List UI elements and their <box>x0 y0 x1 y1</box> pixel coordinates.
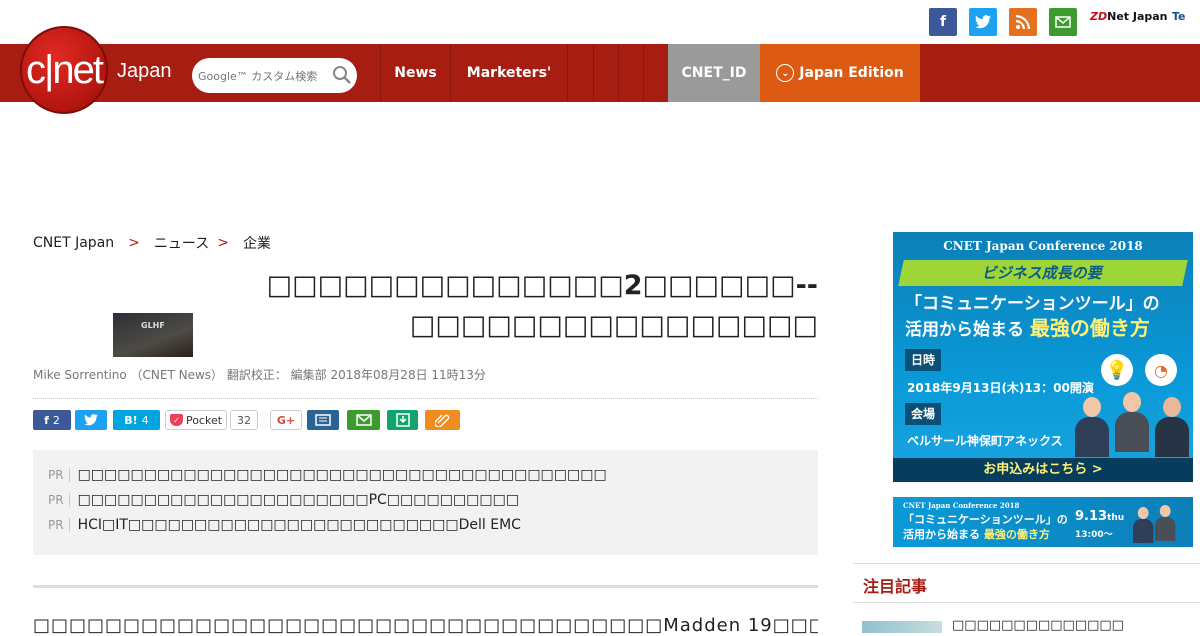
breadcrumb: CNET Japan > ニュース > 企業 <box>33 233 271 253</box>
breadcrumb-separator: > <box>217 235 229 251</box>
person-illustration <box>1115 392 1149 452</box>
pr-tag: PR <box>48 518 70 532</box>
twitter-icon[interactable] <box>969 8 997 36</box>
breadcrumb-category[interactable]: 企業 <box>243 233 271 253</box>
download-icon <box>395 413 410 427</box>
person-illustration <box>1133 507 1154 543</box>
facebook-icon[interactable]: f <box>929 8 957 36</box>
nav-item-4[interactable] <box>593 44 618 102</box>
zdnet-logo[interactable]: ZDNet Japan <box>1090 10 1168 23</box>
paperclip-icon <box>434 414 449 427</box>
divider <box>33 398 818 399</box>
pocket-button[interactable]: ✓ Pocket <box>165 410 227 430</box>
pr-link-text[interactable]: □□□□□□□□□□□□□□□□□□□□□□□□□□□□□□□□□□□□□□□□ <box>78 467 607 483</box>
sidebar-item-title[interactable]: □□□□□□□□□□□□□□ <box>952 618 1124 633</box>
hatena-count: 4 <box>141 413 149 427</box>
save-button[interactable] <box>387 410 418 430</box>
pr-tag: PR <box>48 468 70 482</box>
chevron-down-icon: ⌄ <box>776 64 795 82</box>
nav-item-3[interactable] <box>567 44 593 102</box>
breadcrumb-news[interactable]: ニュース <box>154 233 209 253</box>
search-input[interactable] <box>198 66 328 86</box>
pr-link[interactable]: PR □□□□□□□□□□□□□□□□□□□□□□□□□□□□□□□□□□□□□□… <box>48 467 607 483</box>
ad-venue: ベルサール神保町アネックス <box>907 434 1063 448</box>
print-icon <box>315 414 331 426</box>
edition-label: Japan Edition <box>799 65 904 81</box>
mail-icon <box>355 414 372 426</box>
techrepublic-logo[interactable]: Te <box>1172 10 1186 23</box>
person-illustration <box>1075 397 1109 457</box>
sidebar-item-thumbnail[interactable] <box>862 621 942 633</box>
pocket-icon: ✓ <box>169 414 183 426</box>
nav-item-5[interactable] <box>618 44 643 102</box>
ad-venue-tag: 会場 <box>905 403 942 425</box>
clip-button[interactable] <box>425 410 460 430</box>
nav-marketers[interactable]: Marketers' <box>450 44 567 102</box>
article-body: □□□□□□□□□□□□□□□□□□□□□□□□□□□□□□□□□□□Madde… <box>33 615 818 636</box>
search-box[interactable] <box>192 58 357 93</box>
conference-ad-small[interactable]: CNET Japan Conference 2018 「コミュニケーションツール… <box>893 497 1193 547</box>
twitter-icon <box>84 414 98 426</box>
breadcrumb-separator: > <box>128 235 140 251</box>
article-byline: Mike Sorrentino （CNET News） 翻訳校正： 編集部 20… <box>33 368 486 382</box>
conference-ad-large[interactable]: CNET Japan Conference 2018 ビジネス成長の要 「コミュ… <box>893 232 1193 482</box>
pocket-label: Pocket <box>185 413 223 427</box>
facebook-share-count: 2 <box>52 413 60 427</box>
google-plus-button[interactable]: G+ <box>270 410 302 430</box>
ad2-time: 13:00〜 <box>1075 530 1113 540</box>
hatena-bookmark-button[interactable]: B! 4 <box>113 410 160 430</box>
rss-icon[interactable] <box>1009 8 1037 36</box>
ad2-date: 9.13thu <box>1075 509 1125 524</box>
logo-suffix[interactable]: Japan <box>117 60 172 83</box>
nav-divider <box>643 44 668 102</box>
ad-conference-name: CNET Japan Conference 2018 <box>943 239 1143 253</box>
cnet-logo[interactable]: c|net <box>20 26 108 114</box>
pr-link[interactable]: PR HCI□IT□□□□□□□□□□□□□□□□□□□□□□□□□Dell EM… <box>48 517 521 533</box>
chart-icon: ◔ <box>1145 354 1177 386</box>
sidebar-section-header: 注目記事 <box>853 563 1200 603</box>
lightbulb-icon: 💡 <box>1101 354 1133 386</box>
ad-date: 2018年9月13日(木)13：00開演 <box>907 381 1094 395</box>
cnet-id-button[interactable]: CNET_ID <box>668 44 760 102</box>
hatena-icon: B! <box>124 413 138 427</box>
pr-link-text[interactable]: HCI□IT□□□□□□□□□□□□□□□□□□□□□□□□□Dell EMC <box>78 517 521 533</box>
ad2-headline: 「コミュニケーションツール」の 活用から始まる 最強の働き方 <box>903 513 1068 541</box>
mail-icon[interactable] <box>1049 8 1077 36</box>
search-icon[interactable] <box>332 65 352 85</box>
twitter-share-button[interactable] <box>75 410 107 430</box>
divider <box>33 585 818 588</box>
facebook-share-button[interactable]: f 2 <box>33 410 71 430</box>
top-bar: f ZDNet Japan Te <box>0 0 1200 44</box>
ad2-conference-name: CNET Japan Conference 2018 <box>903 501 1020 510</box>
nav-news[interactable]: News <box>380 44 450 102</box>
sidebar-section-title: 注目記事 <box>863 577 928 596</box>
pr-link-text[interactable]: □□□□□□□□□□□□□□□□□□□□□□PC□□□□□□□□□□ <box>78 492 520 508</box>
email-share-button[interactable] <box>347 410 380 430</box>
facebook-icon: f <box>44 413 49 427</box>
ad-headline: 「コミュニケーションツール」の 活用から始まる 最強の働き方 <box>905 292 1185 342</box>
edition-selector[interactable]: ⌄ Japan Edition <box>760 44 920 102</box>
ad-headline-line1: 「コミュニケーションツール」の <box>905 294 1160 314</box>
ad-headline-line2: 活用から始まる 最強の働き方 <box>905 316 1150 340</box>
ad-cta[interactable]: お申込みはこちら > <box>893 458 1193 482</box>
pr-link[interactable]: PR □□□□□□□□□□□□□□□□□□□□□□PC□□□□□□□□□□ <box>48 492 519 508</box>
person-illustration <box>1155 505 1176 541</box>
breadcrumb-home[interactable]: CNET Japan <box>33 235 114 251</box>
ad-banner: ビジネス成長の要 <box>898 260 1188 286</box>
pr-links-box: PR □□□□□□□□□□□□□□□□□□□□□□□□□□□□□□□□□□□□□□… <box>33 450 818 555</box>
person-illustration <box>1155 397 1189 457</box>
article-thumbnail: GLHF <box>113 313 193 357</box>
pr-tag: PR <box>48 493 70 507</box>
print-button[interactable] <box>307 410 339 430</box>
thumbnail-text: GLHF <box>141 321 165 330</box>
pocket-count: 32 <box>230 410 258 430</box>
ad-date-tag: 日時 <box>905 349 942 371</box>
